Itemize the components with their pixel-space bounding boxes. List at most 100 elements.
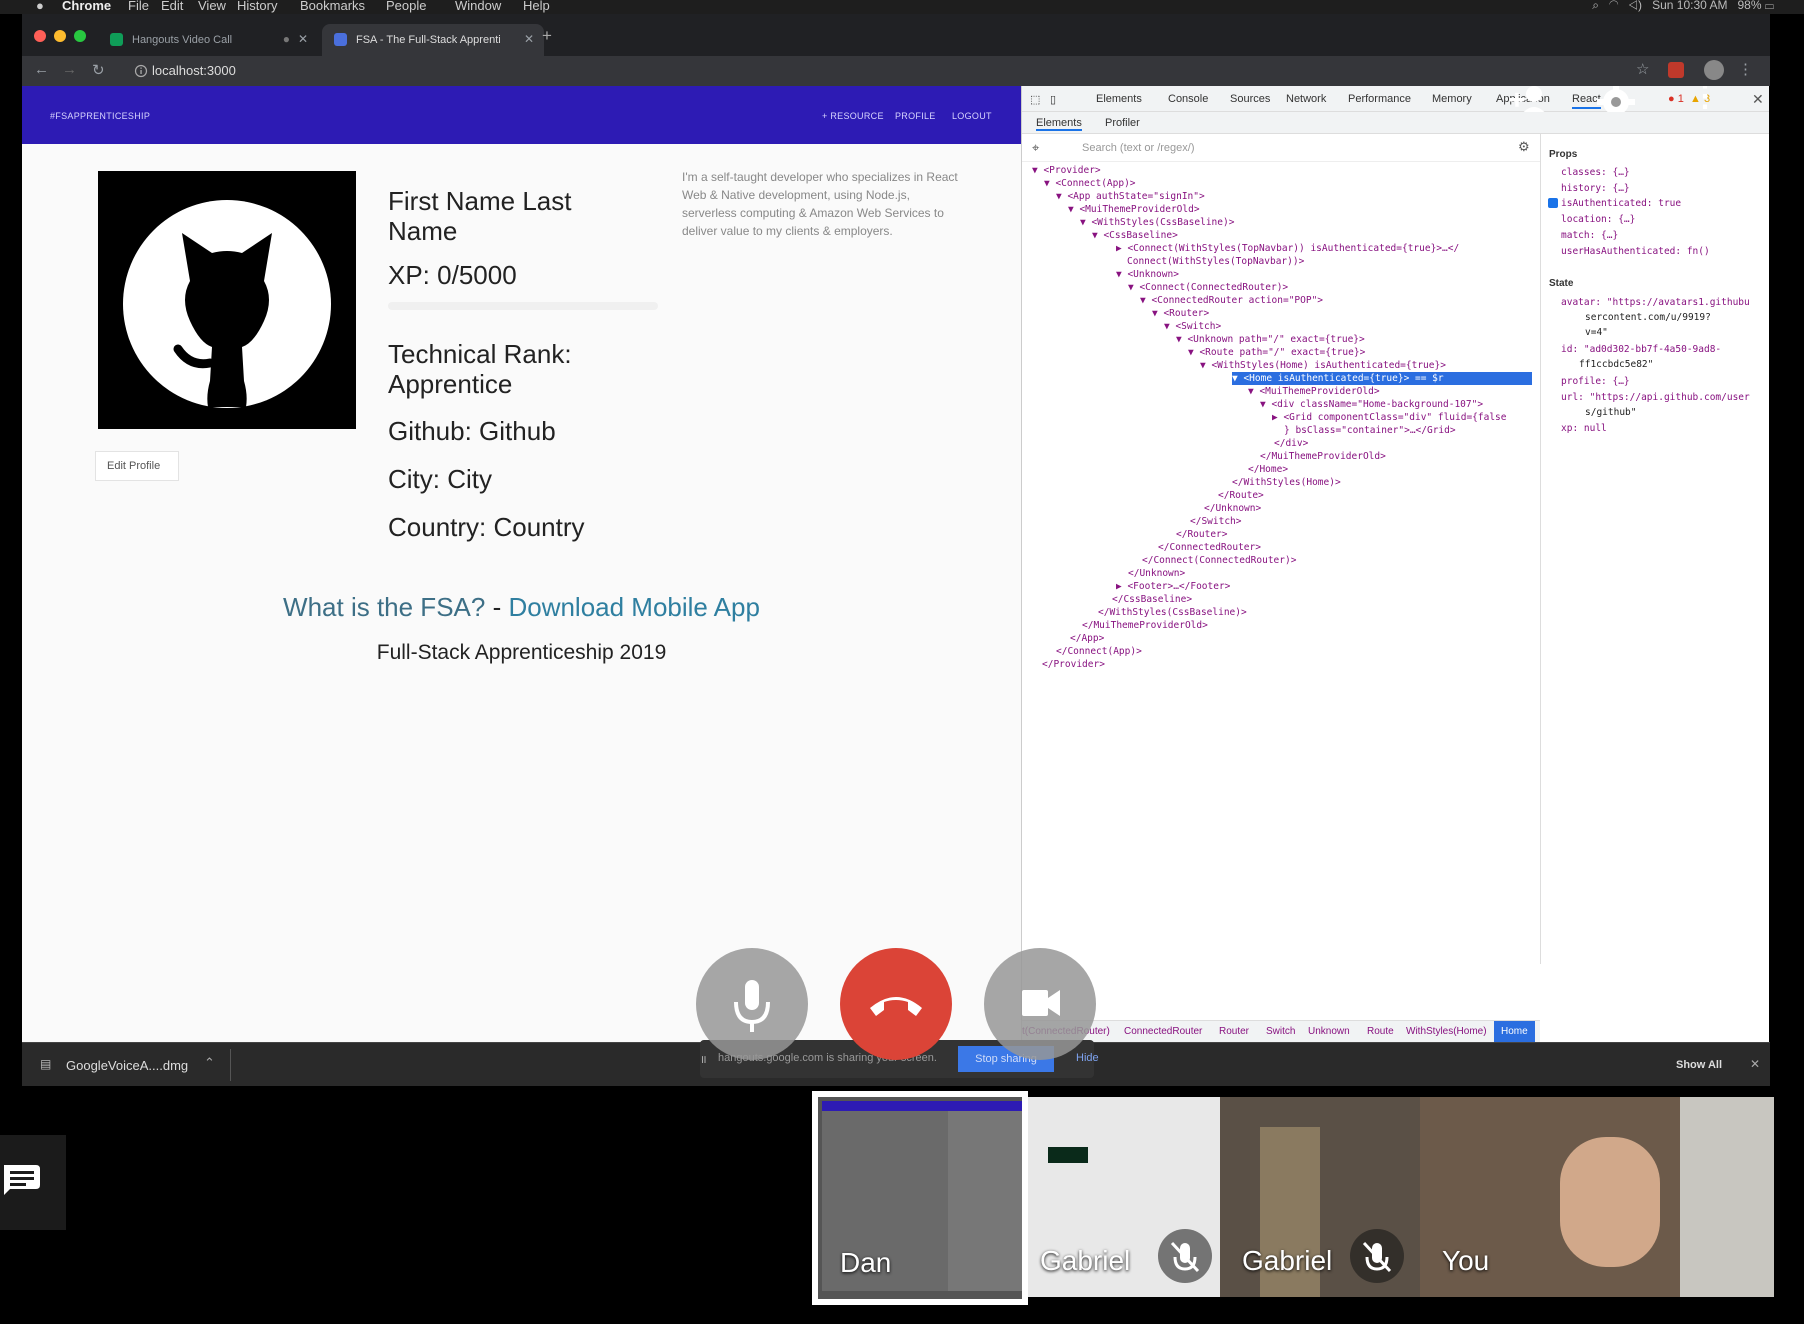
tree-node[interactable]: ▼ <WithStyles(CssBaseline)> xyxy=(1080,216,1234,229)
tree-node[interactable]: </Connect(ConnectedRouter)> xyxy=(1142,554,1296,567)
devtools-tab-elements[interactable]: Elements xyxy=(1096,93,1142,105)
menu-people[interactable]: People xyxy=(386,0,426,13)
tree-node[interactable]: </Route> xyxy=(1218,489,1264,502)
download-mobile-app-link[interactable]: Download Mobile App xyxy=(508,592,760,622)
prop-checkbox[interactable] xyxy=(1548,198,1558,208)
tree-node[interactable]: ▼ <Connect(ConnectedRouter)> xyxy=(1128,281,1288,294)
devtools-tab-network[interactable]: Network xyxy=(1286,93,1326,105)
tree-node[interactable]: } bsClass="container">…</Grid> xyxy=(1284,424,1456,437)
more-options-icon[interactable]: ⋮ xyxy=(1690,86,1720,112)
reload-icon[interactable]: ↻ xyxy=(92,61,105,79)
prop-row[interactable]: match: {…} xyxy=(1561,229,1618,242)
react-subtab-elements[interactable]: Elements xyxy=(1036,117,1082,131)
prop-row[interactable]: isAuthenticated: true xyxy=(1561,197,1681,210)
tree-node[interactable]: ▶ <Footer>…</Footer> xyxy=(1116,580,1230,593)
forward-icon[interactable]: → xyxy=(62,61,77,78)
participant-tile-you[interactable]: You xyxy=(1420,1097,1774,1297)
tree-node[interactable]: ▼ <Provider> xyxy=(1032,164,1101,177)
prop-row[interactable]: userHasAuthenticated: fn() xyxy=(1561,245,1710,258)
menu-view[interactable]: View xyxy=(198,0,226,13)
new-tab-button[interactable]: + xyxy=(542,26,552,46)
close-tab-icon[interactable]: ✕ xyxy=(298,32,308,46)
tree-node[interactable]: ▶ <Connect(WithStyles(TopNavbar)) isAuth… xyxy=(1116,242,1459,255)
react-subtab-profiler[interactable]: Profiler xyxy=(1105,117,1140,129)
breadcrumb-item[interactable]: Router xyxy=(1219,1026,1249,1037)
hang-up-button[interactable] xyxy=(840,948,952,1060)
devtools-tab-memory[interactable]: Memory xyxy=(1432,93,1472,105)
volume-icon[interactable]: ◁) xyxy=(1628,0,1642,12)
state-row[interactable]: avatar: "https://avatars1.githubu xyxy=(1561,296,1750,309)
devtools-tab-console[interactable]: Console xyxy=(1168,93,1208,105)
tree-node[interactable]: </MuiThemeProviderOld> xyxy=(1260,450,1386,463)
menu-edit[interactable]: Edit xyxy=(161,0,183,13)
nav-resource[interactable]: + RESOURCE xyxy=(822,111,884,121)
close-download-bar-icon[interactable]: ✕ xyxy=(1750,1057,1760,1071)
bookmark-star-icon[interactable]: ☆ xyxy=(1636,60,1649,78)
info-icon[interactable] xyxy=(130,60,152,82)
tree-node[interactable]: ▶ <Grid componentClass="div" fluid={fals… xyxy=(1272,411,1507,424)
state-row[interactable]: xp: null xyxy=(1561,422,1607,435)
nav-profile[interactable]: PROFILE xyxy=(895,111,936,121)
breadcrumb-current[interactable]: Home xyxy=(1494,1021,1535,1042)
menu-bookmarks[interactable]: Bookmarks xyxy=(300,0,365,13)
close-tab-icon[interactable]: ✕ xyxy=(524,32,534,46)
tree-settings-icon[interactable]: ⚙ xyxy=(1518,139,1530,155)
profile-avatar-icon[interactable] xyxy=(1704,60,1724,80)
battery-percent[interactable]: 98% xyxy=(1737,0,1761,12)
inspect-icon[interactable]: ⬚ xyxy=(1030,93,1040,106)
state-row[interactable]: url: "https://api.github.com/user xyxy=(1561,391,1750,404)
extension-icon[interactable] xyxy=(1668,62,1684,78)
tab-hangouts[interactable]: Hangouts Video Call ● ✕ xyxy=(98,24,318,56)
tree-node[interactable]: Connect(WithStyles(TopNavbar))> xyxy=(1127,255,1304,268)
tree-search-input[interactable]: Search (text or /regex/) xyxy=(1082,142,1195,154)
maximize-window-button[interactable] xyxy=(74,30,86,42)
tree-node[interactable]: ▼ <WithStyles(Home) isAuthenticated={tru… xyxy=(1200,359,1446,372)
tree-node[interactable]: ▼ <MuiThemeProviderOld> xyxy=(1068,203,1200,216)
tree-node[interactable]: </ConnectedRouter> xyxy=(1158,541,1261,554)
toggle-camera-button[interactable] xyxy=(984,948,1096,1060)
brand-link[interactable]: #FSAPPRENTICESHIP xyxy=(50,111,150,121)
mute-mic-button[interactable] xyxy=(696,948,808,1060)
participant-tile-dan[interactable]: Dan xyxy=(812,1091,1028,1305)
close-devtools-icon[interactable]: ✕ xyxy=(1752,91,1764,108)
tree-node[interactable]: ▼ <Router> xyxy=(1152,307,1209,320)
tree-node[interactable]: </Provider> xyxy=(1042,658,1105,671)
prop-row[interactable]: history: {…} xyxy=(1561,182,1630,195)
tree-node[interactable]: </WithStyles(Home)> xyxy=(1232,476,1341,489)
close-window-button[interactable] xyxy=(34,30,46,42)
breadcrumb-item[interactable]: Switch xyxy=(1266,1026,1295,1037)
menu-history[interactable]: History xyxy=(237,0,277,13)
participant-tile-gabriel-1[interactable]: Gabriel xyxy=(1028,1097,1220,1297)
tree-node[interactable]: </Connect(App)> xyxy=(1056,645,1142,658)
tree-node[interactable]: ▼ <Unknown path="/" exact={true}> xyxy=(1176,333,1365,346)
breadcrumb-item[interactable]: Unknown xyxy=(1308,1026,1350,1037)
tree-node[interactable]: ▼ <Route path="/" exact={true}> xyxy=(1188,346,1365,359)
devtools-tab-sources[interactable]: Sources xyxy=(1230,93,1270,105)
edit-profile-button[interactable]: Edit Profile xyxy=(95,451,179,481)
state-row[interactable]: id: "ad0d302-bb7f-4a50-9ad8- xyxy=(1561,343,1721,356)
tree-node[interactable]: ▼ <Connect(App)> xyxy=(1044,177,1136,190)
tree-node[interactable]: ▼ <MuiThemeProviderOld> xyxy=(1248,385,1380,398)
show-all-button[interactable]: Show All xyxy=(1676,1059,1722,1071)
tree-node[interactable]: </CssBaseline> xyxy=(1112,593,1192,606)
tree-node[interactable]: ▼ <div className="Home-background-107"> xyxy=(1260,398,1483,411)
tree-node-selected[interactable]: ▼ <Home isAuthenticated={true}> == $r xyxy=(1232,372,1532,385)
breadcrumb-item[interactable]: WithStyles(Home) xyxy=(1406,1026,1487,1037)
chat-button[interactable] xyxy=(0,1135,66,1230)
select-element-icon[interactable]: ⌖ xyxy=(1032,140,1039,156)
menu-file[interactable]: File xyxy=(128,0,149,13)
search-icon[interactable]: ⌕ xyxy=(1592,0,1599,12)
nav-logout[interactable]: LOGOUT xyxy=(952,111,992,121)
tree-node[interactable]: </div> xyxy=(1274,437,1308,450)
tree-node[interactable]: </Router> xyxy=(1176,528,1227,541)
clock[interactable]: Sun 10:30 AM xyxy=(1652,0,1727,12)
what-is-fsa-link[interactable]: What is the FSA? xyxy=(283,592,485,622)
tree-node[interactable]: ▼ <Unknown> xyxy=(1116,268,1179,281)
chevron-up-icon[interactable]: ⌃ xyxy=(204,1055,215,1071)
menu-app-name[interactable]: Chrome xyxy=(62,0,111,13)
breadcrumb-item[interactable]: ConnectedRouter xyxy=(1124,1026,1202,1037)
tree-node[interactable]: ▼ <Switch> xyxy=(1164,320,1221,333)
tree-node[interactable]: ▼ <CssBaseline> xyxy=(1092,229,1178,242)
prop-row[interactable]: classes: {…} xyxy=(1561,166,1630,179)
devtools-tab-performance[interactable]: Performance xyxy=(1348,93,1411,105)
